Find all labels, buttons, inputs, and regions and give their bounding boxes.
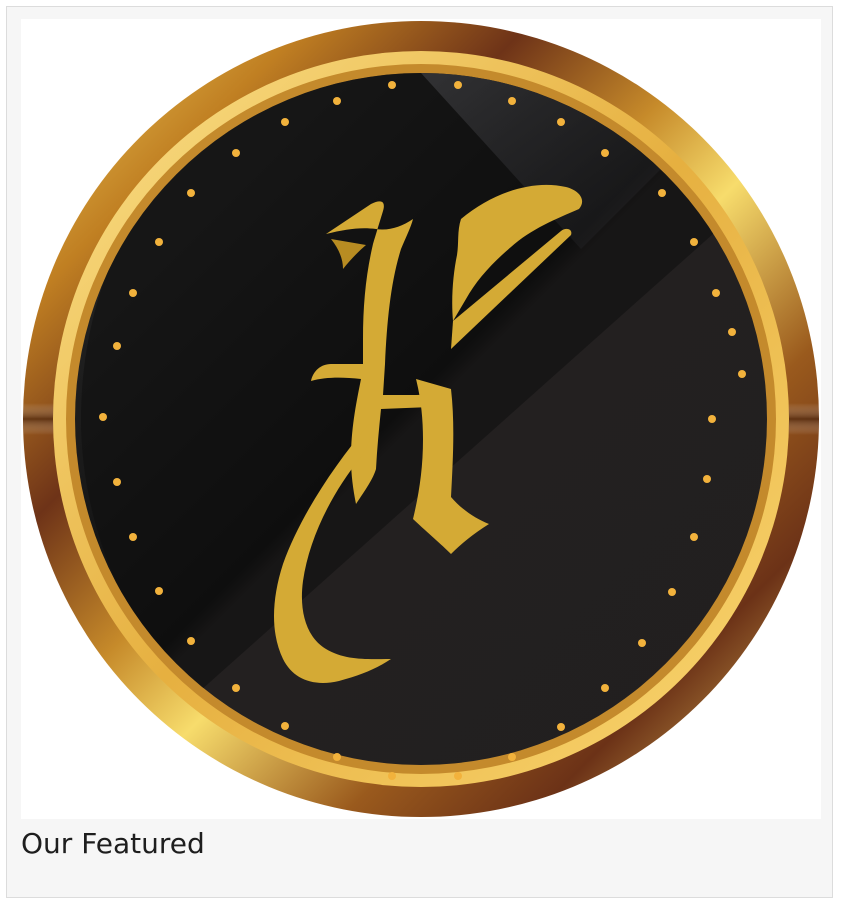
coin-logo-icon (23, 21, 819, 817)
featured-caption: Our Featured (21, 827, 205, 860)
featured-card[interactable]: Our Featured (6, 6, 833, 898)
featured-image[interactable] (21, 19, 821, 819)
